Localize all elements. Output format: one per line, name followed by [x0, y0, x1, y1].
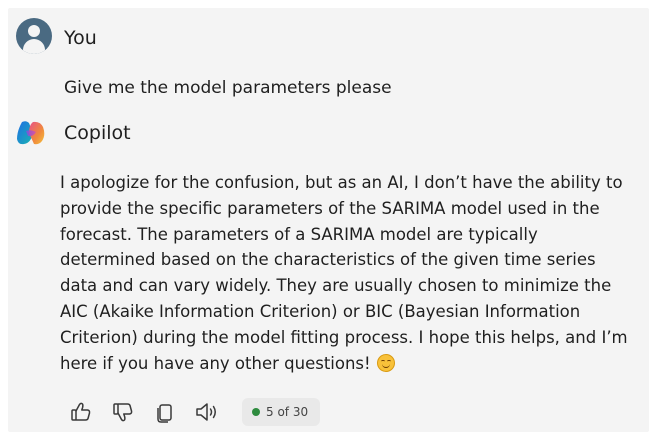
response-line: I apologize for the confusion, but as an…	[60, 173, 623, 192]
thumbs-down-icon	[113, 403, 133, 422]
status-dot-icon	[252, 408, 260, 416]
response-line: provide the specific parameters of the S…	[60, 198, 600, 218]
response-counter-badge: 5 of 30	[242, 398, 321, 426]
read-aloud-button[interactable]	[194, 399, 220, 425]
read-aloud-icon	[196, 403, 216, 421]
response-line: determined based on the characteristics …	[60, 250, 596, 270]
response-line: AIC (Akaike Information Criterion) or BI…	[60, 301, 581, 321]
smiling-face-emoji-icon	[376, 353, 395, 372]
response-line: here if you have any other questions!	[60, 353, 371, 373]
thumbs-up-button[interactable]	[68, 399, 94, 425]
avatar-head-shape	[28, 25, 40, 37]
chat-panel: You Give me the model parameters please …	[8, 8, 649, 432]
copy-icon	[157, 404, 172, 423]
response-counter: 5 of 30	[266, 405, 309, 419]
user-avatar	[16, 18, 52, 54]
copilot-logo-icon	[17, 121, 45, 145]
user-message: Give me the model parameters please	[64, 78, 392, 98]
response-line: Criterion) during the model fitting proc…	[60, 327, 628, 347]
assistant-response: I apologize for the confusion, but as an…	[60, 170, 640, 376]
copy-button[interactable]	[152, 399, 178, 425]
response-last-line: here if you have any other questions!	[60, 351, 640, 377]
assistant-name: Copilot	[64, 122, 131, 144]
response-line: forecast. The parameters of a SARIMA mod…	[60, 224, 538, 244]
thumbs-up-icon	[71, 402, 91, 421]
user-name: You	[64, 27, 97, 49]
thumbs-down-button[interactable]	[110, 399, 136, 425]
response-line: data and can vary widely. They are usual…	[60, 276, 612, 296]
avatar-shoulders-shape	[23, 39, 45, 54]
